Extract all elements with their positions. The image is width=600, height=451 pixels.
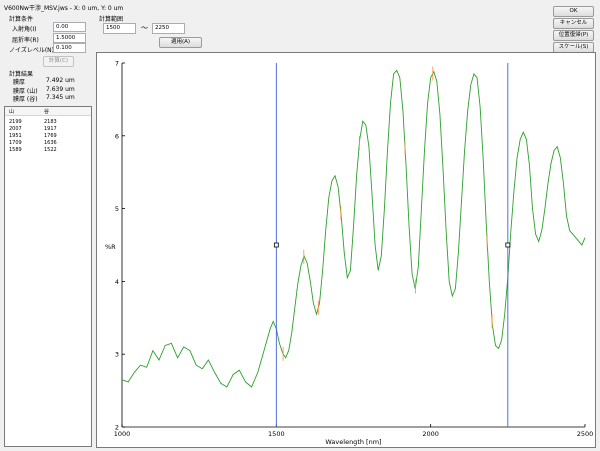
y-tick-label: 4 — [115, 278, 119, 286]
result-value-3: 7.345 um — [46, 94, 75, 101]
ok-button[interactable]: OK — [553, 6, 594, 17]
table-cell: 1522 — [44, 147, 57, 153]
range-handle — [273, 242, 279, 248]
range-tilde: 〜 — [141, 24, 148, 32]
x-tick-label: 1500 — [268, 430, 285, 438]
table-header-valley: 谷 — [44, 109, 50, 115]
incidence-input[interactable]: 0.00 — [53, 22, 86, 32]
x-tick-label: 1000 — [114, 430, 131, 438]
range-heading: 計算範囲 — [99, 16, 124, 23]
table-cell: 1917 — [44, 126, 57, 132]
x-tick-label: 2000 — [422, 430, 439, 438]
peak-valley-table[interactable]: 山 谷 2199 2183 2007 1917 1951 1769 1709 1… — [4, 106, 92, 447]
result-value-2: 7.639 um — [46, 86, 75, 93]
refractive-input[interactable]: 1.5000 — [53, 33, 86, 43]
result-value-1: 7.492 um — [46, 77, 75, 84]
conditions-heading: 計算条件 — [9, 16, 34, 23]
noise-input[interactable]: 0.100 — [53, 43, 86, 53]
x-axis-label: Wavelength [nm] — [325, 438, 381, 446]
x-tick-label: 2500 — [577, 430, 594, 438]
noise-label: ノイズレベル(N) — [9, 47, 54, 54]
table-cell: 1636 — [44, 140, 57, 146]
table-cell: 1709 — [9, 140, 22, 146]
table-cell: 1589 — [9, 147, 22, 153]
y-tick-label: 5 — [115, 205, 119, 213]
chart-panel[interactable]: 2 3 4 5 6 7 1000 1500 2000 2500 Wavelength [nm] %R — [96, 52, 596, 448]
table-cell: 1951 — [9, 133, 22, 139]
range-end-input[interactable]: 2250 — [152, 23, 185, 34]
table-cell: 2199 — [9, 119, 22, 125]
y-tick-label: 6 — [115, 132, 119, 140]
apply-button[interactable]: 適用(A) — [159, 37, 202, 48]
range-start-input[interactable]: 1500 — [103, 23, 136, 34]
y-axis-label: %R — [105, 243, 116, 251]
incidence-label: 入射角(I) — [12, 26, 37, 33]
refractive-label: 屈折率(R) — [12, 37, 39, 44]
window-title: V600Nw干渉_MSV.jws - X: 0 um, Y: 0 um — [4, 5, 124, 12]
y-tick-label: 3 — [115, 351, 119, 359]
spectrum-line — [121, 69, 586, 388]
position-reset-button[interactable]: 位置復帰(P) — [553, 30, 594, 41]
y-tick-label: 7 — [115, 60, 119, 68]
cancel-button[interactable]: キャンセル — [553, 18, 594, 29]
table-header: 山 谷 — [5, 107, 91, 116]
result-label-3: 膜厚 (谷) — [13, 96, 38, 103]
spectrum-chart[interactable]: 2345671000 1500 2000 2500Wavelength [nm]%R — [97, 53, 595, 447]
range-handle — [505, 242, 511, 248]
table-cell: 2183 — [44, 119, 57, 125]
table-header-peak: 山 — [9, 109, 15, 115]
table-cell: 1769 — [44, 133, 57, 139]
calculate-button[interactable]: 計算(C) — [43, 56, 74, 67]
table-cell: 2007 — [9, 126, 22, 132]
result-label-1: 膜厚 — [13, 79, 26, 86]
